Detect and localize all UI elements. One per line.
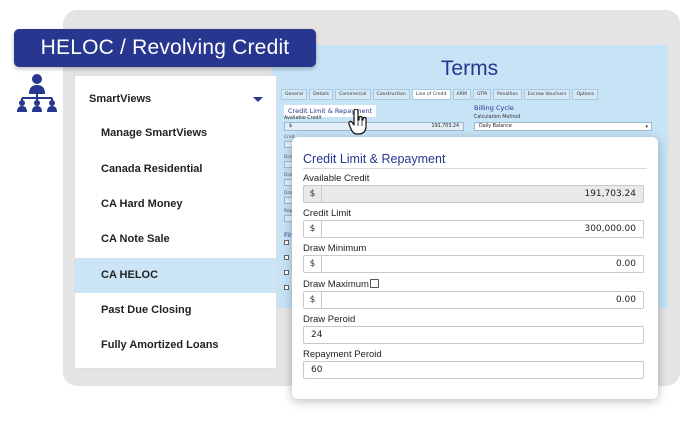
sidebar-item-canada-residential[interactable]: Canada Residential <box>75 152 276 187</box>
sidebar-item-manage-smartviews[interactable]: Manage SmartViews <box>75 116 276 151</box>
calculation-method-value: Daily Balance <box>479 124 512 129</box>
draw-period-input[interactable]: 24 <box>303 326 644 344</box>
terms-available-credit-field: $ 191,703.24 <box>284 122 464 131</box>
available-credit-value: 191,703.24 <box>584 189 636 199</box>
card-title: Credit Limit & Repayment <box>303 152 446 166</box>
calculation-method-label: Calculation Method <box>474 115 521 120</box>
page-title-banner: HELOC / Revolving Credit <box>14 29 316 67</box>
currency-prefix: $ <box>304 186 322 202</box>
draw-minimum-label: Draw Minimum <box>303 243 367 254</box>
sidebar-item-past-due-closing[interactable]: Past Due Closing <box>75 293 276 328</box>
draw-maximum-input[interactable]: $ 0.00 <box>303 291 644 309</box>
hand-pointer-icon <box>348 109 367 135</box>
credit-limit-label: Credit Limit <box>303 208 352 219</box>
chevron-down-icon[interactable] <box>253 97 263 102</box>
tab-escrow-vouchers[interactable]: Escrow Vouchers <box>523 89 571 100</box>
sidebar-item-ca-heloc[interactable]: CA HELOC <box>75 258 276 293</box>
credit-limit-input[interactable]: $ 300,000.00 <box>303 220 644 238</box>
terms-available-credit-label: Available Credit <box>284 116 322 121</box>
tab-construction[interactable]: Construction <box>372 89 410 100</box>
credit-limit-card: Credit Limit & Repayment Available Credi… <box>292 137 658 399</box>
billing-cycle-heading: Billing Cycle <box>474 104 514 112</box>
repayment-period-input[interactable]: 60 <box>303 361 644 379</box>
credit-limit-value: 300,000.00 <box>584 224 636 234</box>
draw-period-label: Draw Peroid <box>303 314 356 325</box>
draw-minimum-value: 0.00 <box>615 259 636 269</box>
sidebar-item-fully-amortized-loans[interactable]: Fully Amortized Loans <box>75 328 276 363</box>
stage: HELOC / Revolving Credit Terms General D… <box>0 0 695 433</box>
terms-tab-bar: General Details Commercial Construction … <box>281 89 599 100</box>
sidebar-item-ca-note-sale[interactable]: CA Note Sale <box>75 222 276 257</box>
chevron-down-icon: ▾ <box>645 124 648 130</box>
terms-checkbox[interactable] <box>284 270 289 275</box>
currency-prefix: $ <box>304 221 322 237</box>
calculation-method-select[interactable]: Daily Balance ▾ <box>474 122 652 131</box>
draw-maximum-checkbox[interactable] <box>370 279 379 288</box>
available-credit-label: Available Credit <box>303 173 370 184</box>
smartviews-header[interactable]: SmartViews <box>89 93 151 105</box>
org-chart-icon <box>17 74 57 112</box>
tab-general[interactable]: General <box>281 89 308 100</box>
sidebar-item-ca-hard-money[interactable]: CA Hard Money <box>75 187 276 222</box>
tab-line-of-credit[interactable]: Line of Credit <box>411 89 451 100</box>
currency-prefix: $ <box>304 256 322 272</box>
draw-maximum-label: Draw Maximum <box>303 279 369 290</box>
smartviews-sidebar: SmartViews Manage SmartViews Canada Resi… <box>74 75 277 369</box>
tab-penalties[interactable]: Penalties <box>493 89 522 100</box>
draw-minimum-input[interactable]: $ 0.00 <box>303 255 644 273</box>
repayment-period-label: Repayment Peroid <box>303 349 382 360</box>
tab-commercial[interactable]: Commercial <box>335 89 371 100</box>
draw-maximum-value: 0.00 <box>615 295 636 305</box>
terms-checkbox[interactable] <box>284 285 289 290</box>
divider <box>303 168 647 169</box>
tab-gtm[interactable]: GTM <box>472 89 492 100</box>
available-credit-field: $ 191,703.24 <box>303 185 644 203</box>
terms-checkbox[interactable] <box>284 240 289 245</box>
terms-available-credit-value: 191,703.24 <box>431 124 459 129</box>
terms-currency-prefix: $ <box>289 124 293 129</box>
terms-title: Terms <box>440 57 499 80</box>
terms-checkbox[interactable] <box>284 255 289 260</box>
tab-options[interactable]: Options <box>572 89 599 100</box>
repayment-period-value: 60 <box>311 365 323 375</box>
terms-fragment-heading: Fir <box>284 231 292 239</box>
tab-arm[interactable]: ARM <box>452 89 471 100</box>
draw-period-value: 24 <box>311 330 323 340</box>
currency-prefix: $ <box>304 292 322 308</box>
tab-details[interactable]: Details <box>309 89 334 100</box>
